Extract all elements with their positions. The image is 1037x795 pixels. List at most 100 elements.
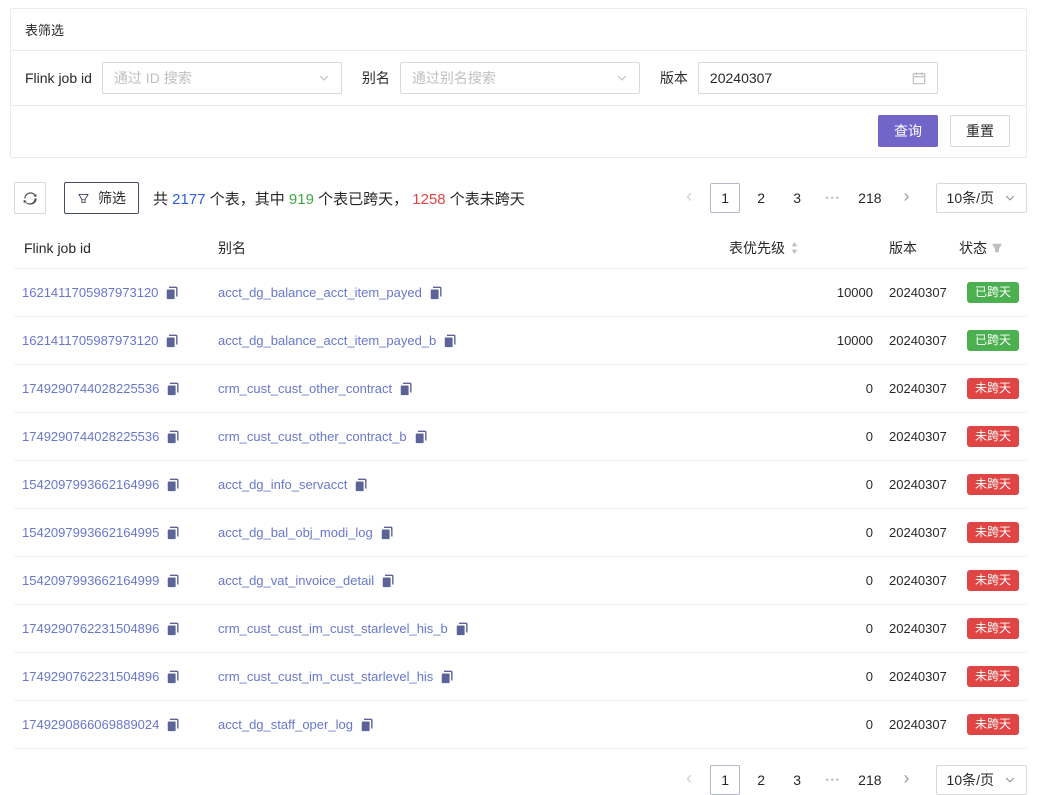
job-id-search-input[interactable] [114,70,312,86]
pagination-page-2[interactable]: 2 [746,765,776,795]
pagination-page-1[interactable]: 1 [710,765,740,795]
col-header-version: 版本 [881,228,951,269]
job-id-link[interactable]: 1621411705987973120 [22,285,158,300]
version-cell: 20240307 [881,701,951,749]
copy-icon[interactable] [165,334,179,348]
pagination-page-218[interactable]: 218 [854,765,885,795]
copy-icon[interactable] [414,430,428,444]
status-badge: 未跨天 [967,378,1019,399]
filter-row: Flink job id 别名 版本 [11,51,1026,105]
alias-link[interactable]: crm_cust_cust_im_cust_starlevel_his [218,669,433,684]
bottom-pager-wrap: ‹123•••218› 10条/页 [10,765,1027,795]
alias-link[interactable]: acct_dg_staff_oper_log [218,717,353,732]
copy-icon[interactable] [166,718,180,732]
job-id-link[interactable]: 1749290866069889024 [22,717,159,732]
pagination-bottom: ‹123•••218› 10条/页 [674,765,1027,795]
alias-link[interactable]: crm_cust_cust_other_contract [218,381,392,396]
filter-actions-row: 查询 重置 [11,106,1026,157]
filter-toggle-button[interactable]: 筛选 [64,182,139,214]
job-id-link[interactable]: 1542097993662164996 [22,477,159,492]
filter-icon[interactable] [991,242,1003,254]
chevron-down-icon [1004,774,1016,786]
status-badge: 未跨天 [967,474,1019,495]
page-size-select[interactable]: 10条/页 [936,183,1027,213]
job-id-select[interactable] [102,62,342,94]
alias-link[interactable]: acct_dg_balance_acct_item_payed [218,285,422,300]
summary-crossed-count: 919 [289,191,314,208]
summary-part: 共 [153,191,172,208]
query-button[interactable]: 查询 [878,115,938,147]
copy-icon[interactable] [455,622,469,636]
pagination-page-218[interactable]: 218 [854,183,885,213]
priority-cell: 10000 [721,269,881,317]
job-id-link[interactable]: 1749290744028225536 [22,381,159,396]
copy-icon[interactable] [166,526,180,540]
pagination-page-3[interactable]: 3 [782,183,812,213]
copy-icon[interactable] [165,286,179,300]
version-cell: 20240307 [881,557,951,605]
col-header-priority[interactable]: 表优先级 [721,228,881,269]
copy-icon[interactable] [360,718,374,732]
table-row: 1621411705987973120 acct_dg_balance_acct… [14,269,1027,317]
version-cell: 20240307 [881,269,951,317]
pagination-next-icon[interactable]: › [892,765,922,795]
copy-icon[interactable] [166,430,180,444]
pagination-page-1[interactable]: 1 [710,183,740,213]
job-id-link[interactable]: 1542097993662164999 [22,573,159,588]
alias-link[interactable]: crm_cust_cust_other_contract_b [218,429,407,444]
job-id-link[interactable]: 1749290762231504896 [22,621,159,636]
copy-icon[interactable] [166,622,180,636]
alias-link[interactable]: acct_dg_bal_obj_modi_log [218,525,373,540]
alias-link[interactable]: acct_dg_vat_invoice_detail [218,573,374,588]
version-date-input[interactable] [710,70,906,86]
sort-icon[interactable] [789,241,800,255]
priority-cell: 0 [721,413,881,461]
table-row: 1542097993662164995 acct_dg_bal_obj_modi… [14,509,1027,557]
filter-card-title: 表筛选 [11,9,1026,51]
pagination-prev-icon[interactable]: ‹ [674,183,704,213]
job-id-link[interactable]: 1621411705987973120 [22,333,158,348]
copy-icon[interactable] [166,478,180,492]
pagination-next-icon[interactable]: › [892,183,922,213]
copy-icon[interactable] [166,574,180,588]
copy-icon[interactable] [166,670,180,684]
page-size-value: 10条/页 [947,770,994,790]
col-header-status[interactable]: 状态 [951,228,1027,269]
page-size-select[interactable]: 10条/页 [936,765,1027,795]
pagination-page-3[interactable]: 3 [782,765,812,795]
priority-cell: 10000 [721,317,881,365]
alias-link[interactable]: crm_cust_cust_im_cust_starlevel_his_b [218,621,448,636]
col-header-job-id: Flink job id [14,228,210,269]
pagination-prev-icon[interactable]: ‹ [674,765,704,795]
pagination-page-2[interactable]: 2 [746,183,776,213]
alias-link[interactable]: acct_dg_balance_acct_item_payed_b [218,333,436,348]
copy-icon[interactable] [443,334,457,348]
job-id-link[interactable]: 1749290762231504896 [22,669,159,684]
version-cell: 20240307 [881,461,951,509]
summary-part: 个表，其中 [206,191,289,208]
copy-icon[interactable] [166,382,180,396]
version-date-picker[interactable] [698,62,938,94]
summary-part: 个表已跨天， [314,191,412,208]
job-id-link[interactable]: 1749290744028225536 [22,429,159,444]
alias-select[interactable] [400,62,640,94]
table-body: 1621411705987973120 acct_dg_balance_acct… [14,269,1027,749]
refresh-button[interactable] [14,182,46,214]
table-row: 1749290744028225536 crm_cust_cust_other_… [14,413,1027,461]
status-badge: 已跨天 [967,330,1019,351]
copy-icon[interactable] [399,382,413,396]
copy-icon[interactable] [381,574,395,588]
alias-search-input[interactable] [412,70,610,86]
pagination-ellipsis[interactable]: ••• [818,765,848,795]
alias-link[interactable]: acct_dg_info_servacct [218,477,347,492]
table-row: 1749290762231504896 crm_cust_cust_im_cus… [14,653,1027,701]
pagination-ellipsis[interactable]: ••• [818,183,848,213]
reset-button[interactable]: 重置 [950,115,1010,147]
table-row: 1749290762231504896 crm_cust_cust_im_cus… [14,605,1027,653]
copy-icon[interactable] [354,478,368,492]
job-id-link[interactable]: 1542097993662164995 [22,525,159,540]
copy-icon[interactable] [429,286,443,300]
copy-icon[interactable] [440,670,454,684]
chevron-down-icon [318,72,330,84]
copy-icon[interactable] [380,526,394,540]
